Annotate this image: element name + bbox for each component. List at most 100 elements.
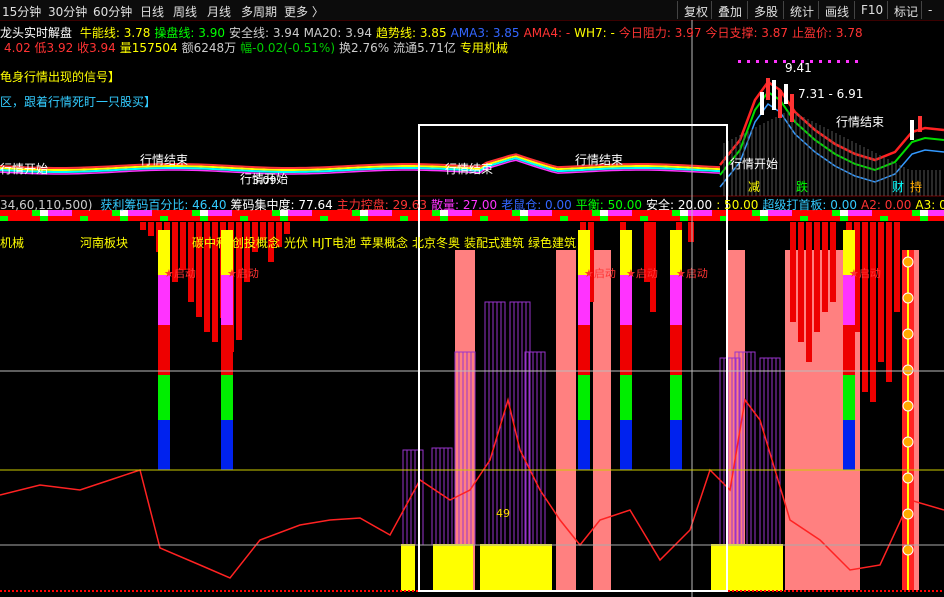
chip-strip-bottom [8, 216, 16, 221]
chip-strip-bottom [304, 216, 312, 221]
bottom-dot [296, 590, 298, 592]
red-bar [180, 222, 186, 270]
bottom-dot [752, 590, 754, 592]
bottom-dot [268, 590, 270, 592]
bottom-dot [96, 590, 98, 592]
red-bar [878, 222, 884, 362]
chip-item-9: A2: 0.00 [861, 198, 912, 212]
bottom-dot [92, 590, 94, 592]
chip-strip-bottom [144, 216, 152, 221]
chip-strip-bottom [112, 216, 120, 221]
stack-magenta [221, 275, 233, 325]
multi-stock-button[interactable]: 多股 [747, 1, 784, 19]
bottom-dot [156, 590, 158, 592]
f10-button[interactable]: F10 [854, 1, 889, 19]
top-marker [828, 60, 831, 63]
purple-column [402, 449, 408, 546]
bottom-dot [116, 590, 118, 592]
stack-red [578, 325, 590, 375]
bottom-dot [212, 590, 214, 592]
stack-green [670, 375, 682, 420]
chip-strip-bottom [936, 216, 944, 221]
concept-tags: 碳中和 创投概念 光伏 HJT电池 苹果概念 北京冬奥 装配式建筑 绿色建筑 [188, 234, 576, 251]
period-30min[interactable]: 30分钟 [48, 3, 87, 20]
chip-strip-bottom [328, 216, 336, 221]
bottom-dot [352, 590, 354, 592]
signal-marker: 持 [910, 179, 922, 194]
bottom-dot [884, 590, 886, 592]
bottom-dot [196, 590, 198, 592]
red-bar [830, 222, 836, 302]
red-bar [790, 222, 796, 322]
bottom-dot [840, 590, 842, 592]
indicator-title: 龙头实时解盘 [0, 26, 73, 40]
highlight-block [593, 250, 611, 590]
bottom-dot [36, 590, 38, 592]
bottom-dot [400, 590, 402, 592]
coin-icon [902, 400, 914, 412]
red-bar [148, 222, 154, 236]
stack-green [620, 375, 632, 420]
quote-item-4: 换2.76% [339, 41, 390, 55]
chip-strip-bottom [784, 216, 792, 221]
chip-strip-bottom [680, 216, 688, 221]
chip-strip-bottom [488, 216, 496, 221]
bottom-dot [16, 590, 18, 592]
bottom-dot [408, 590, 410, 592]
red-bar [140, 222, 146, 230]
purple-column [759, 357, 765, 546]
chip-strip-bottom [128, 216, 136, 221]
statistics-button[interactable]: 统计 [783, 1, 820, 19]
chip-strip-bottom [832, 216, 840, 221]
chip-strip-bottom [728, 216, 736, 221]
yellow-base-block [711, 544, 783, 591]
mark-button[interactable]: 标记 [887, 1, 924, 19]
stack-green [843, 375, 855, 420]
overlay-button[interactable]: 叠加 [711, 1, 748, 19]
period-15min[interactable]: 15分钟 [2, 3, 41, 20]
period-more[interactable]: 更多 〉 [284, 3, 324, 20]
coin-icon [902, 544, 914, 556]
chip-item-4: 老鼠仓: 0.00 [501, 198, 572, 212]
bottom-dot [172, 590, 174, 592]
concept-tag-3: HJT电池 [312, 236, 356, 250]
period-60min[interactable]: 60分钟 [93, 3, 132, 20]
stack-magenta [578, 275, 590, 325]
candle [790, 94, 794, 122]
chip-strip-bottom [568, 216, 576, 221]
bottom-dot [820, 590, 822, 592]
bottom-dot [808, 590, 810, 592]
bottom-dot [104, 590, 106, 592]
bottom-dot [384, 590, 386, 592]
bottom-dot [740, 590, 742, 592]
candle [778, 90, 782, 118]
chip-strip-bottom [472, 216, 480, 221]
bottom-dot [932, 590, 934, 592]
period-multi[interactable]: 多周期 [241, 3, 277, 20]
coin-icon [902, 508, 914, 520]
period-weekly[interactable]: 周线 [173, 3, 197, 20]
coin-icon [902, 292, 914, 304]
concept-tag-4: 苹果概念 [359, 236, 408, 250]
chip-strip-bottom [616, 216, 624, 221]
red-bar [284, 222, 290, 234]
indicator-item-2: 安全线: 3.94 [229, 26, 300, 40]
chip-strip-bottom [200, 216, 208, 221]
fuquan-button[interactable]: 复权 [677, 1, 714, 19]
bottom-dot [176, 590, 178, 592]
minimize-icon[interactable]: - [921, 1, 938, 19]
chip-line: 34,60,110,500) 获利筹码百分比: 46.40 筹码集中度: 77.6… [0, 196, 944, 213]
period-daily[interactable]: 日线 [140, 3, 164, 20]
period-monthly[interactable]: 月线 [207, 3, 231, 20]
top-marker [747, 60, 750, 63]
top-marker [738, 60, 741, 63]
chip-strip-bottom [880, 216, 888, 221]
start-signal-label: ★启动 [626, 267, 658, 280]
bottom-dot [220, 590, 222, 592]
bottom-dot [936, 590, 938, 592]
bottom-dot [280, 590, 282, 592]
draw-line-button[interactable]: 画线 [818, 1, 855, 19]
bottom-dot [40, 590, 42, 592]
bottom-dot [56, 590, 58, 592]
chip-strip-bottom [864, 216, 872, 221]
